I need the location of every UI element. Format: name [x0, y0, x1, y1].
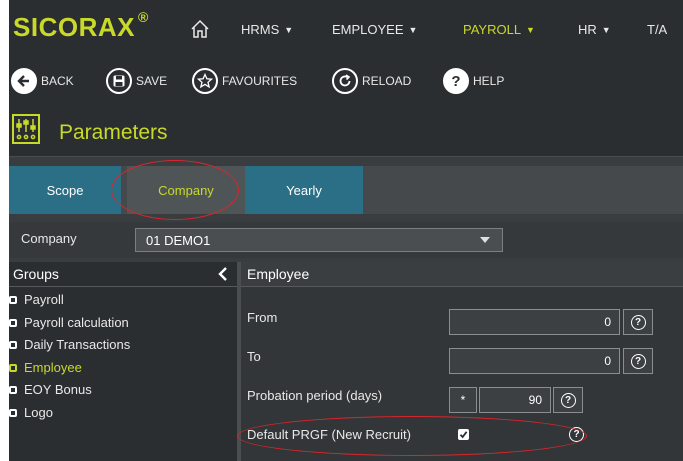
to-value: 0: [604, 354, 611, 368]
menu-payroll-label: PAYROLL: [463, 22, 522, 37]
chevron-down-icon: ▼: [526, 25, 535, 35]
company-filter-row: Company 01 DEMO1: [9, 222, 683, 258]
required-asterisk: *: [460, 393, 466, 407]
brand-registered-mark: ®: [137, 9, 149, 26]
from-help-button[interactable]: ?: [623, 309, 653, 335]
tab-bar: Scope Company Yearly: [9, 166, 683, 214]
group-item-label: Daily Transactions: [24, 337, 131, 352]
prgf-checkbox[interactable]: [458, 429, 469, 440]
help-icon: ?: [630, 314, 646, 330]
chevron-down-icon: ▼: [601, 25, 611, 35]
group-item-label: Employee: [24, 360, 82, 375]
help-label: HELP: [473, 74, 505, 88]
tab-company[interactable]: Company: [127, 166, 245, 214]
favourites-label: FAVOURITES: [222, 74, 298, 88]
to-label: To: [247, 349, 261, 364]
reload-icon: [332, 68, 358, 94]
detail-header: Employee: [241, 262, 683, 287]
save-button[interactable]: SAVE: [106, 64, 167, 98]
back-arrow-icon: [11, 68, 37, 94]
folder-box-icon: [9, 295, 17, 304]
favourites-button[interactable]: FAVOURITES: [192, 64, 297, 98]
group-item-daily-transactions[interactable]: Daily Transactions: [9, 337, 130, 352]
company-label: Company: [21, 231, 77, 246]
help-button[interactable]: ? HELP: [443, 64, 504, 98]
action-toolbar: BACK SAVE FAVOURITES RELOAD ? HELP: [9, 58, 683, 104]
menu-ta[interactable]: T/A: [647, 22, 667, 37]
prgf-help-button[interactable]: ?: [569, 427, 584, 442]
chevron-down-icon: ▼: [408, 25, 418, 35]
probation-label: Probation period (days): [247, 388, 383, 403]
tab-yearly[interactable]: Yearly: [245, 166, 363, 214]
settings-sliders-icon: [12, 114, 40, 144]
probation-required-marker: *: [449, 387, 477, 413]
menu-employee[interactable]: EMPLOYEE ▼: [332, 22, 417, 37]
folder-box-icon: [9, 363, 17, 372]
home-icon[interactable]: [189, 18, 211, 40]
brand-name: SICORAX: [13, 12, 135, 42]
folder-box-icon: [9, 340, 17, 349]
app-window: SICORAX ® HRMS ▼ EMPLOYEE ▼ PAYROLL ▼ HR ▼ T/…: [9, 0, 683, 461]
collapse-left-icon[interactable]: [216, 266, 230, 282]
groups-title: Groups: [13, 266, 59, 282]
from-label: From: [247, 310, 278, 325]
group-item-payroll[interactable]: Payroll: [9, 292, 64, 307]
tab-scope[interactable]: Scope: [9, 166, 121, 214]
probation-value: 90: [528, 393, 542, 407]
menu-ta-label: T/A: [647, 22, 668, 37]
menu-hr[interactable]: HR ▼: [578, 22, 611, 37]
group-item-label: EOY Bonus: [24, 382, 92, 397]
help-icon: ?: [443, 68, 469, 94]
chevron-down-icon: ▼: [284, 25, 294, 35]
group-item-employee[interactable]: Employee: [9, 360, 82, 375]
probation-help-button[interactable]: ?: [553, 387, 583, 413]
to-input[interactable]: 0: [449, 348, 620, 374]
from-value: 0: [604, 315, 611, 329]
prgf-label: Default PRGF (New Recruit): [247, 427, 411, 442]
menu-hr-label: HR: [578, 22, 597, 37]
menu-hrms-label: HRMS: [241, 22, 280, 37]
groups-panel: Groups Payroll Payroll calculation Daily…: [9, 262, 237, 461]
group-item-payroll-calculation[interactable]: Payroll calculation: [9, 315, 129, 330]
page-title: Parameters: [59, 121, 168, 144]
detail-title: Employee: [247, 266, 310, 282]
reload-label: RELOAD: [362, 74, 412, 88]
tab-scope-label: Scope: [46, 182, 84, 198]
page-header: Parameters: [9, 104, 683, 157]
folder-box-icon: [9, 318, 17, 327]
help-icon: ?: [630, 353, 646, 369]
to-help-button[interactable]: ?: [623, 348, 653, 374]
star-icon: [192, 68, 218, 94]
group-item-eoy-bonus[interactable]: EOY Bonus: [9, 382, 92, 397]
help-icon: ?: [569, 427, 584, 442]
menu-payroll[interactable]: PAYROLL ▼: [463, 22, 535, 37]
check-icon: [459, 431, 468, 439]
company-select-value: 01 DEMO1: [146, 233, 211, 248]
group-item-label: Payroll calculation: [24, 315, 129, 330]
back-label: BACK: [41, 74, 74, 88]
company-select[interactable]: 01 DEMO1: [135, 228, 503, 252]
brand-logo[interactable]: SICORAX ®: [13, 9, 149, 43]
menu-hrms[interactable]: HRMS ▼: [241, 22, 293, 37]
save-icon: [106, 68, 132, 94]
save-label: SAVE: [136, 74, 168, 88]
group-item-logo[interactable]: Logo: [9, 405, 53, 420]
groups-header: Groups: [9, 262, 237, 287]
folder-box-icon: [9, 385, 17, 394]
probation-input[interactable]: 90: [479, 387, 551, 413]
employee-detail-panel: Employee From 0 ? To 0 ? Probation perio…: [241, 262, 683, 461]
tab-company-label: Company: [158, 182, 214, 198]
menu-employee-label: EMPLOYEE: [332, 22, 404, 37]
help-icon: ?: [560, 392, 576, 408]
group-item-label: Payroll: [24, 292, 64, 307]
group-item-label: Logo: [24, 405, 53, 420]
from-input[interactable]: 0: [449, 309, 620, 335]
folder-box-icon: [9, 408, 17, 417]
top-menu-bar: SICORAX ® HRMS ▼ EMPLOYEE ▼ PAYROLL ▼ HR ▼ T/…: [9, 0, 683, 58]
reload-button[interactable]: RELOAD: [332, 64, 411, 98]
dropdown-arrow-icon: [480, 237, 490, 243]
back-button[interactable]: BACK: [11, 64, 74, 98]
tab-yearly-label: Yearly: [286, 182, 322, 198]
